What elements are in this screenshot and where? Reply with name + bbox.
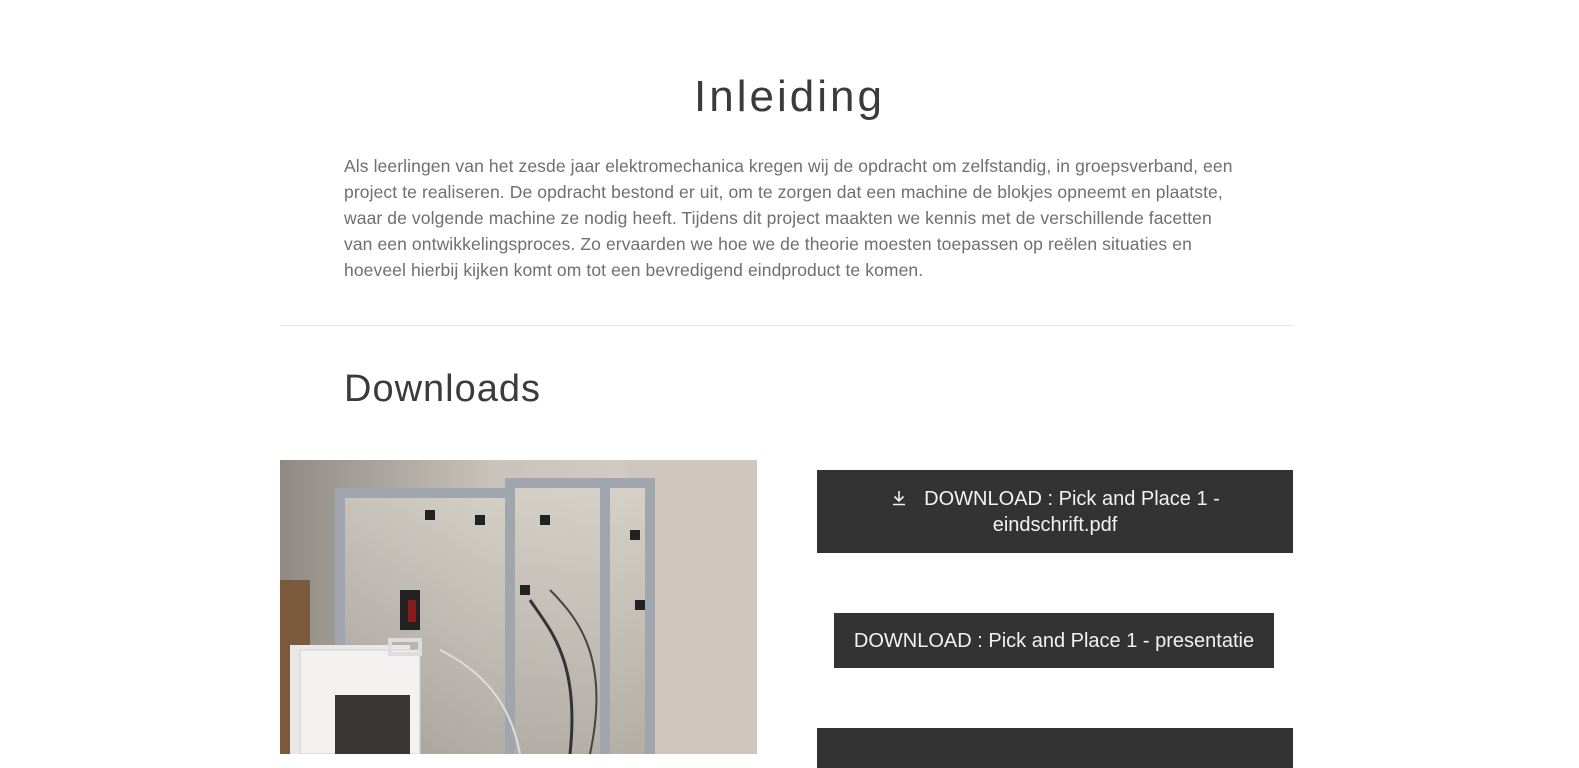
download-icon [893,490,906,505]
download-presentatie-button[interactable]: DOWNLOAD : Pick and Place 1 - presentati… [834,613,1274,668]
download-eindschrift-button[interactable]: DOWNLOAD : Pick and Place 1 - eindschrif… [817,470,1293,553]
machine-photo [280,460,757,754]
download-presentatie-label: DOWNLOAD : Pick and Place 1 - presentati… [853,629,1255,652]
section-divider [280,325,1294,326]
intro-title: Inleiding [694,72,885,121]
downloads-title: Downloads [344,368,541,410]
download-button-3[interactable] [817,728,1293,768]
intro-text: Als leerlingen van het zesde jaar elektr… [344,156,1233,280]
download-eindschrift-label: DOWNLOAD : Pick and Place 1 - eindschrif… [924,487,1220,536]
